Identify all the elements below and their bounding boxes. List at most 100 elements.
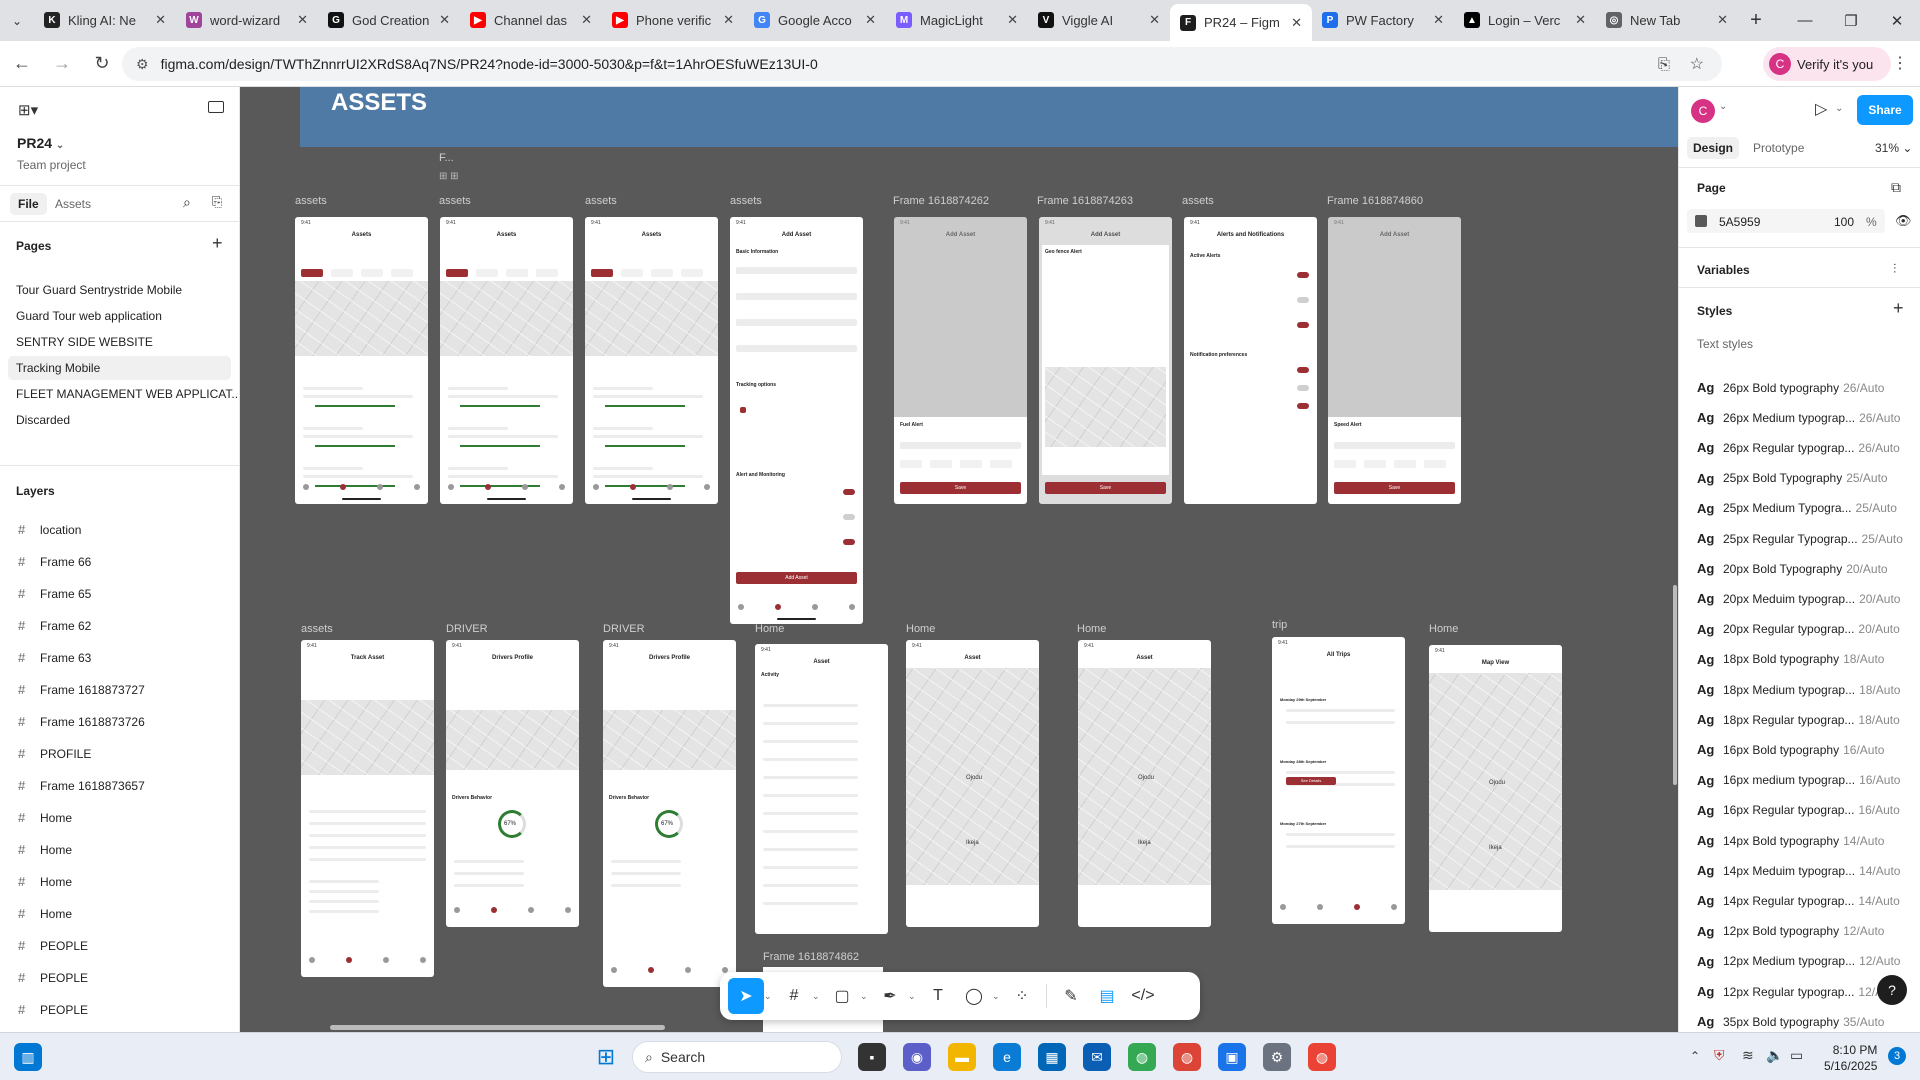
mobile-frame[interactable]: 9:41Add AssetFuel AlertSave bbox=[894, 217, 1027, 504]
close-tab-icon[interactable]: ✕ bbox=[1575, 12, 1586, 28]
layer-item[interactable]: # location bbox=[18, 522, 81, 537]
help-button[interactable]: ? bbox=[1877, 975, 1907, 1005]
variables-adjust-icon[interactable]: ⫶ bbox=[1893, 261, 1896, 277]
tab-assets[interactable]: Assets bbox=[55, 197, 91, 211]
layer-item[interactable]: # Frame 1618873726 bbox=[18, 714, 145, 729]
text-style-item[interactable]: Ag 12px Medium typograp... 12/Auto bbox=[1697, 954, 1911, 969]
site-info-icon[interactable]: ⚙ bbox=[136, 56, 149, 73]
widgets-icon[interactable]: ▥ bbox=[14, 1043, 42, 1071]
chevron-down-icon[interactable]: ⌄ bbox=[764, 991, 776, 1002]
settings-icon[interactable]: ⚙ bbox=[1263, 1043, 1291, 1071]
layer-item[interactable]: # Frame 65 bbox=[18, 586, 91, 601]
volume-icon[interactable]: 🔈 bbox=[1766, 1047, 1783, 1064]
tab-search-icon[interactable]: ⌄ bbox=[0, 0, 34, 41]
frame-tool-icon[interactable]: # bbox=[776, 978, 812, 1014]
text-style-item[interactable]: Ag 20px Bold Typography 20/Auto bbox=[1697, 561, 1911, 576]
close-tab-icon[interactable]: ✕ bbox=[155, 12, 166, 28]
close-tab-icon[interactable]: ✕ bbox=[1717, 12, 1728, 28]
chevron-down-icon[interactable]: ⌄ bbox=[1719, 101, 1727, 112]
back-icon[interactable]: ← bbox=[4, 46, 40, 82]
close-tab-icon[interactable]: ✕ bbox=[1149, 12, 1160, 28]
dev-mode-icon[interactable]: </> bbox=[1125, 978, 1161, 1014]
text-style-item[interactable]: Ag 14px Meduim typograp... 14/Auto bbox=[1697, 863, 1911, 878]
browser-tab[interactable]: ▶ Channel das ✕ bbox=[460, 3, 602, 37]
add-style-icon[interactable]: + bbox=[1893, 298, 1904, 319]
text-style-item[interactable]: Ag 14px Regular typograp... 14/Auto bbox=[1697, 893, 1911, 908]
layer-item[interactable]: # Home bbox=[18, 810, 72, 825]
layer-item[interactable]: # Home bbox=[18, 874, 72, 889]
taskbar-clock[interactable]: 8:10 PM 5/16/2025 bbox=[1824, 1042, 1877, 1074]
text-style-item[interactable]: Ag 26px Bold typography 26/Auto bbox=[1697, 380, 1911, 395]
text-style-item[interactable]: Ag 16px Regular typograp... 16/Auto bbox=[1697, 803, 1911, 818]
draw-mode-icon[interactable]: ✎ bbox=[1053, 978, 1089, 1014]
mobile-frame[interactable]: 9:41 Drivers Profile Drivers Behavior 67% bbox=[446, 640, 579, 927]
page-opacity[interactable]: 100 bbox=[1834, 215, 1854, 229]
vertical-scrollbar[interactable] bbox=[1673, 585, 1677, 785]
browser-menu-icon[interactable]: ⋮ bbox=[1892, 53, 1908, 73]
eye-icon[interactable]: 👁 bbox=[1895, 213, 1912, 229]
close-window-icon[interactable]: ✕ bbox=[1874, 0, 1920, 41]
close-tab-icon[interactable]: ✕ bbox=[865, 12, 876, 28]
browser-tab[interactable]: M MagicLight ✕ bbox=[886, 3, 1028, 37]
start-icon[interactable]: ⊞ bbox=[592, 1043, 620, 1071]
browser-tab[interactable]: ▶ Phone verific ✕ bbox=[602, 3, 744, 37]
mobile-frame[interactable]: 9:41 Assets bbox=[440, 217, 573, 504]
layer-item[interactable]: # PEOPLE bbox=[18, 938, 88, 953]
figma-menu-icon[interactable]: ⊞▾ bbox=[18, 101, 38, 119]
mobile-frame[interactable]: 9:41 Track Asset bbox=[301, 640, 434, 977]
task-view-icon[interactable]: ▪ bbox=[858, 1043, 886, 1071]
tab-file[interactable]: File bbox=[10, 193, 47, 215]
mobile-frame[interactable]: 9:41 Add Asset Geo fence Alert Save bbox=[1039, 217, 1172, 504]
page-item[interactable]: Tracking Mobile bbox=[16, 361, 100, 375]
mail-icon[interactable]: ✉ bbox=[1083, 1043, 1111, 1071]
mobile-frame[interactable]: 9:41 Alerts and Notifications Active Alert… bbox=[1184, 217, 1317, 504]
close-tab-icon[interactable]: ✕ bbox=[297, 12, 308, 28]
store-icon[interactable]: ▦ bbox=[1038, 1043, 1066, 1071]
text-tool-icon[interactable]: T bbox=[920, 978, 956, 1014]
edge-icon[interactable]: e bbox=[993, 1043, 1021, 1071]
app-icon[interactable]: ▣ bbox=[1218, 1043, 1246, 1071]
layer-item[interactable]: # PEOPLE bbox=[18, 1002, 88, 1017]
add-page-icon[interactable]: + bbox=[212, 233, 223, 254]
bookmark-star-icon[interactable]: ☆ bbox=[1690, 54, 1704, 74]
page-item[interactable]: SENTRY SIDE WEBSITE bbox=[16, 335, 153, 349]
text-style-item[interactable]: Ag 26px Regular typograp... 26/Auto bbox=[1697, 440, 1911, 455]
chrome-active-icon[interactable]: ◍ bbox=[1173, 1043, 1201, 1071]
reload-icon[interactable]: ↻ bbox=[84, 46, 120, 82]
layer-item[interactable]: # Home bbox=[18, 842, 72, 857]
browser-tab[interactable]: G Google Acco ✕ bbox=[744, 3, 886, 37]
mobile-frame[interactable]: 9:41 Asset Ojodu Ikeja bbox=[906, 640, 1039, 927]
user-avatar[interactable]: C bbox=[1691, 99, 1715, 123]
browser-tab[interactable]: ◎ New Tab ✕ bbox=[1596, 3, 1738, 37]
page-color-field[interactable] bbox=[1687, 209, 1885, 233]
teams-icon[interactable]: ◉ bbox=[903, 1043, 931, 1071]
tab-design[interactable]: Design bbox=[1687, 137, 1740, 159]
file-explorer-icon[interactable]: ▬ bbox=[948, 1043, 976, 1071]
chevron-down-icon[interactable]: ⌄ bbox=[908, 991, 920, 1002]
comment-tool-icon[interactable]: ◯ bbox=[956, 978, 992, 1014]
chevron-down-icon[interactable]: ⌄ bbox=[1835, 103, 1843, 114]
text-style-item[interactable]: Ag 16px medium typograp... 16/Auto bbox=[1697, 773, 1911, 788]
text-style-item[interactable]: Ag 35px Bold typography 35/Auto bbox=[1697, 1014, 1911, 1029]
address-bar[interactable]: ⚙ figma.com/design/TWThZnnrrUI2XRdS8Aq7N… bbox=[122, 47, 1722, 81]
close-tab-icon[interactable]: ✕ bbox=[581, 12, 592, 28]
text-style-item[interactable]: Ag 20px Regular typograp... 20/Auto bbox=[1697, 622, 1911, 637]
file-name[interactable]: PR24 ⌄ bbox=[17, 135, 64, 151]
security-icon[interactable]: ⛨ bbox=[1714, 1047, 1725, 1064]
install-icon[interactable]: ⎘ bbox=[1658, 56, 1670, 73]
present-icon[interactable]: ▷ bbox=[1815, 99, 1827, 119]
forward-icon[interactable]: → bbox=[44, 46, 80, 82]
layer-item[interactable]: # Frame 63 bbox=[18, 650, 91, 665]
text-style-item[interactable]: Ag 25px Regular Typograp... 25/Auto bbox=[1697, 531, 1911, 546]
library-icon[interactable]: ⎘ bbox=[212, 194, 222, 210]
close-tab-icon[interactable]: ✕ bbox=[723, 12, 734, 28]
rectangle-tool-icon[interactable]: ▢ bbox=[824, 978, 860, 1014]
mobile-frame[interactable]: 9:41 Assets bbox=[295, 217, 428, 504]
chevron-down-icon[interactable]: ⌄ bbox=[992, 991, 1004, 1002]
chrome-profile-icon[interactable]: ◍ bbox=[1308, 1043, 1336, 1071]
browser-tab[interactable]: P PW Factory ✕ bbox=[1312, 3, 1454, 37]
design-mode-icon[interactable]: ▤ bbox=[1089, 978, 1125, 1014]
page-color-hex[interactable]: 5A5959 bbox=[1719, 215, 1760, 229]
close-tab-icon[interactable]: ✕ bbox=[1433, 12, 1444, 28]
verify-profile-button[interactable]: C Verify it's you bbox=[1763, 47, 1891, 81]
